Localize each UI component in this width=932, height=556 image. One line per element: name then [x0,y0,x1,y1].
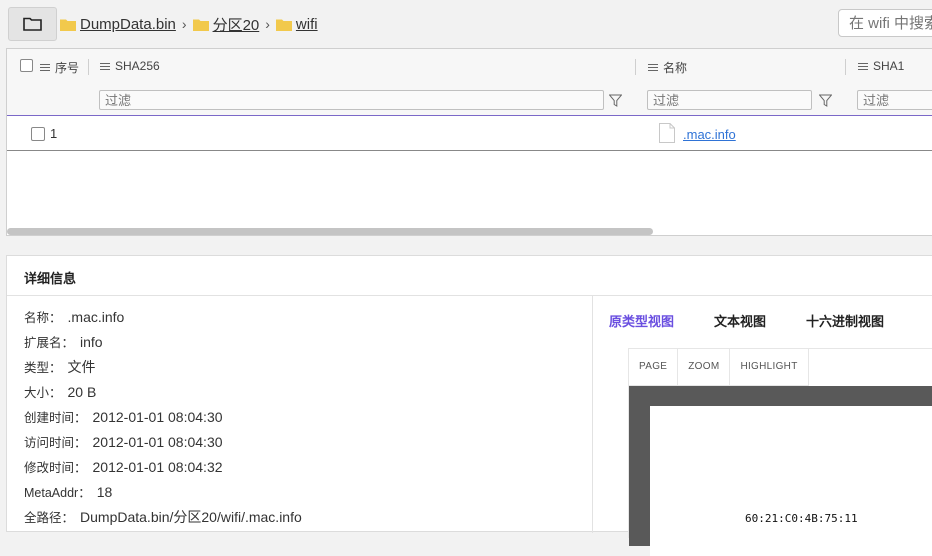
file-icon [659,123,675,143]
row-index: 1 [50,126,58,141]
highlight-button[interactable]: HIGHLIGHT [730,349,809,385]
property-label: 扩展名： [24,336,75,350]
breadcrumb-separator: › [265,16,270,32]
property-value: DumpData.bin/分区20/wifi/.mac.info [80,508,302,525]
column-header-index[interactable]: 序号 [40,59,79,76]
toolbar: DumpData.bin › 分区20 › wifi [0,0,932,48]
file-grid: 序号 SHA256 名称 SHA1 1 .mac.info [6,48,932,236]
property-modified: 修改时间： 2012-01-01 08:04:32 [24,454,302,479]
property-fullpath: 全路径： DumpData.bin/分区20/wifi/.mac.info [24,504,302,529]
column-label: SHA256 [115,59,160,73]
name-filter-input[interactable] [647,90,812,110]
document-page: 60:21:C0:4B:75:11 [650,406,932,556]
property-label: 大小： [24,386,62,400]
column-menu-icon[interactable] [858,61,868,72]
folder-icon [23,17,42,31]
search-input[interactable] [838,9,932,37]
breadcrumb-label: wifi [295,15,318,33]
zoom-button[interactable]: ZOOM [678,349,731,385]
filter-row [7,85,932,116]
property-label: MetaAddr： [24,486,91,500]
viewer-toolbar: PAGE ZOOM HIGHLIGHT [629,349,809,386]
filter-icon[interactable] [819,94,832,107]
viewer-canvas: 60:21:C0:4B:75:11 [629,386,932,556]
view-tabs: 原类型视图 文本视图 十六进制视图 [609,311,924,330]
breadcrumb: DumpData.bin › 分区20 › wifi [60,13,318,35]
property-value: 2012-01-01 08:04:30 [92,433,223,450]
details-header: 详细信息 [7,256,932,296]
column-resize-handle[interactable] [635,59,636,75]
row-checkbox[interactable] [31,127,45,141]
property-value: 2012-01-01 08:04:30 [92,408,223,425]
column-header-sha256[interactable]: SHA256 [100,59,160,73]
panel-divider [592,295,593,533]
folder-icon [275,19,292,31]
details-panel: 详细信息 名称： .mac.info 扩展名： info 类型： 文件 大小： 20 B… [6,255,932,556]
property-value: .mac.info [67,308,125,325]
property-value: info [80,333,103,350]
breadcrumb-label: DumpData.bin [80,15,176,33]
page-button[interactable]: PAGE [629,349,679,385]
property-size: 大小： 20 B [24,379,302,404]
column-header-sha1[interactable]: SHA1 [858,59,904,73]
column-resize-handle[interactable] [88,59,89,75]
filter-icon[interactable] [609,94,622,107]
tab-hex-view[interactable]: 十六进制视图 [806,311,884,330]
breadcrumb-item-dumpdata[interactable]: DumpData.bin [60,16,176,33]
property-accessed: 访问时间： 2012-01-01 08:04:30 [24,429,302,454]
folder-icon [192,19,209,31]
column-label: SHA1 [873,59,905,73]
column-resize-handle[interactable] [845,59,846,75]
property-value: 18 [96,483,113,500]
file-name-link[interactable]: .mac.info [683,127,736,142]
property-list: 名称： .mac.info 扩展名： info 类型： 文件 大小： 20 B 创建时间… [24,304,302,529]
property-label: 修改时间： [24,461,87,475]
column-menu-icon[interactable] [100,61,110,72]
property-created: 创建时间： 2012-01-01 08:04:30 [24,404,302,429]
grid-header: 序号 SHA256 名称 SHA1 [7,49,932,86]
sha256-filter-input[interactable] [99,90,604,110]
property-label: 类型： [24,361,62,375]
breadcrumb-label: 分区20 [212,16,260,34]
property-value: 20 B [67,383,97,400]
sha1-filter-input[interactable] [857,90,932,110]
folder-icon [60,19,76,31]
property-name: 名称： .mac.info [24,304,302,329]
tab-text-view[interactable]: 文本视图 [714,311,766,330]
header-select-all [20,59,33,72]
column-label: 序号 [55,61,80,75]
column-menu-icon[interactable] [648,62,658,73]
select-all-checkbox[interactable] [20,59,33,72]
property-label: 访问时间： [24,436,87,450]
open-folder-button[interactable] [8,7,57,41]
column-menu-icon[interactable] [40,62,50,73]
property-extension: 扩展名： info [24,329,302,354]
breadcrumb-separator: › [181,16,187,32]
column-label: 名称 [663,61,688,75]
details-title: 详细信息 [24,271,77,286]
property-value: 2012-01-01 08:04:32 [92,458,223,475]
column-header-name[interactable]: 名称 [648,59,687,76]
property-metaaddr: MetaAddr： 18 [24,479,302,504]
tab-native-view[interactable]: 原类型视图 [609,311,674,330]
property-value: 文件 [67,358,96,375]
breadcrumb-item-wifi[interactable]: wifi [275,15,318,33]
document-viewer: PAGE ZOOM HIGHLIGHT 60:21:C0:4B:75:11 [628,348,932,556]
property-label: 名称： [24,311,62,325]
property-label: 全路径： [24,511,75,525]
horizontal-scrollbar[interactable] [7,228,653,235]
table-row[interactable]: 1 .mac.info [7,116,932,151]
breadcrumb-item-partition20[interactable]: 分区20 [192,14,260,35]
property-type: 类型： 文件 [24,354,302,379]
property-label: 创建时间： [24,411,87,425]
file-content-text: 60:21:C0:4B:75:11 [745,512,858,525]
